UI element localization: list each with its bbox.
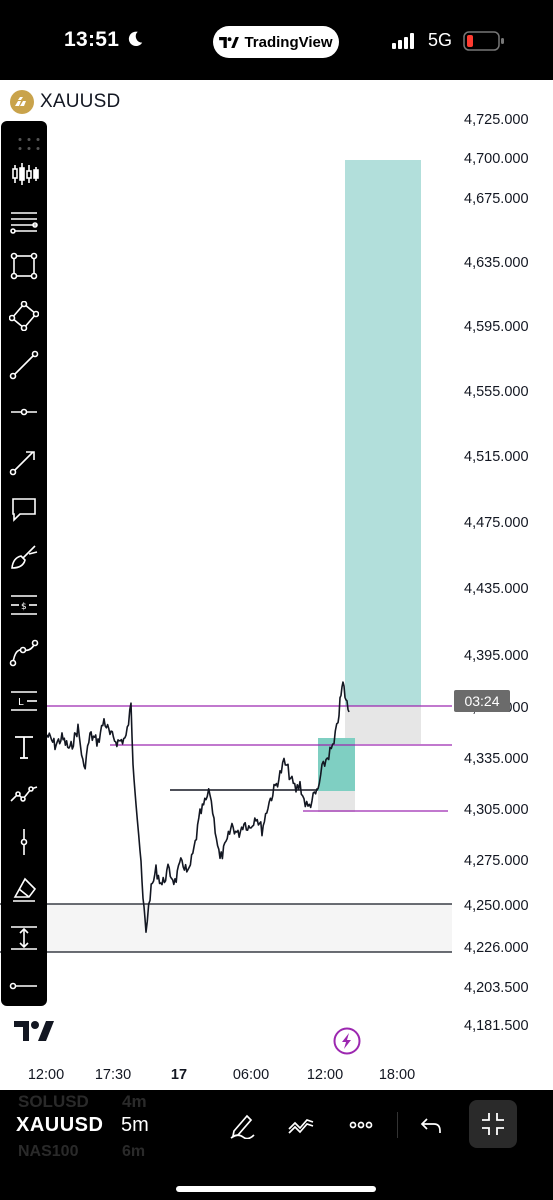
- more-button[interactable]: [341, 1110, 381, 1140]
- status-bar: 13:51 TradingView 5G: [0, 0, 553, 80]
- undo-button[interactable]: [412, 1110, 452, 1140]
- price-label: 4,305.000: [464, 802, 529, 818]
- clock: 13:51: [64, 28, 120, 51]
- line-icon[interactable]: [1, 342, 47, 388]
- symbol-header[interactable]: XAUUSD: [10, 90, 120, 114]
- network-type: 5G: [428, 30, 453, 50]
- countdown-tag: 03:24: [454, 690, 510, 712]
- svg-text:$: $: [21, 602, 27, 612]
- price-label: 4,435.000: [464, 581, 529, 597]
- target-zone-large[interactable]: [345, 160, 421, 706]
- next-symbol[interactable]: NAS100: [18, 1143, 78, 1161]
- toolbar-divider: [397, 1112, 398, 1138]
- price-label: 4,555.000: [464, 384, 529, 400]
- callout-icon[interactable]: [1, 486, 47, 532]
- stop-zone-large[interactable]: [345, 706, 421, 744]
- collapse-button[interactable]: [469, 1100, 517, 1148]
- price-label: 4,335.000: [464, 751, 529, 767]
- collapse-icon: [482, 1113, 504, 1135]
- price-label: 4,700.000: [464, 151, 529, 167]
- bottom-bar: SOLUSD 4m XAUUSD 5m NAS100 6m: [0, 1090, 553, 1200]
- next-interval[interactable]: 6m: [122, 1143, 145, 1161]
- pen-icon: [230, 1114, 255, 1139]
- tradingview-logo-icon: [219, 36, 240, 48]
- time-label: 17:30: [94, 1067, 132, 1083]
- time-label: 12:00: [306, 1067, 344, 1083]
- price-label: 4,250.000: [464, 898, 529, 914]
- indicators-button[interactable]: [281, 1110, 321, 1140]
- support-zone[interactable]: [0, 904, 452, 952]
- app-pill[interactable]: TradingView: [213, 26, 339, 58]
- stop-zone-small[interactable]: [318, 791, 355, 812]
- svg-text:L: L: [18, 697, 24, 708]
- candles-icon[interactable]: [1, 151, 47, 197]
- price-label: 4,675.000: [464, 191, 529, 207]
- pattern-icon[interactable]: [1, 771, 47, 817]
- eraser-icon[interactable]: [1, 867, 47, 913]
- arrow-icon[interactable]: [1, 438, 47, 484]
- app-name: TradingView: [244, 33, 333, 51]
- rotated-rect-icon[interactable]: [1, 293, 47, 339]
- moon-icon: [128, 31, 143, 47]
- battery-icon: [463, 31, 504, 51]
- draw-button[interactable]: [222, 1110, 262, 1140]
- lightning-icon[interactable]: [333, 1027, 361, 1055]
- price-label: 4,395.000: [464, 648, 529, 664]
- symbol-name: XAUUSD: [40, 91, 121, 112]
- fib-icon[interactable]: $: [1, 582, 47, 628]
- prev-interval[interactable]: 4m: [122, 1092, 147, 1112]
- horizontal-ray-icon[interactable]: [1, 389, 47, 435]
- time-label: 17: [170, 1067, 188, 1083]
- horizontal-line-icon[interactable]: [1, 963, 47, 1009]
- price-label: 4,275.000: [464, 853, 529, 869]
- text-icon[interactable]: [1, 724, 47, 770]
- measure-icon[interactable]: [1, 915, 47, 961]
- undo-icon: [420, 1118, 441, 1133]
- long-position-icon[interactable]: L: [1, 678, 47, 724]
- price-label: 4,181.500: [464, 1018, 529, 1034]
- price-label: 4,203.500: [464, 980, 529, 996]
- time-label: 18:00: [378, 1067, 416, 1083]
- price-label: 4,515.000: [464, 449, 529, 465]
- price-series: [46, 681, 350, 934]
- position-zones: [0, 160, 452, 952]
- price-label: 4,725.000: [464, 112, 529, 128]
- interval-selector[interactable]: 5m: [121, 1114, 149, 1137]
- path-icon[interactable]: [1, 630, 47, 676]
- vertical-line-icon[interactable]: [1, 819, 47, 865]
- tradingview-logo-icon: [14, 1021, 54, 1041]
- signal-icon: [392, 33, 414, 49]
- price-label: 4,635.000: [464, 255, 529, 271]
- rectangle-icon[interactable]: [1, 243, 47, 289]
- time-label: 06:00: [232, 1067, 270, 1083]
- gold-icon: [10, 90, 34, 114]
- time-label: 12:00: [27, 1067, 65, 1083]
- symbol-selector[interactable]: XAUUSD: [16, 1114, 103, 1137]
- drawing-toolbar: $ L: [1, 121, 47, 1006]
- trend-lines-icon[interactable]: [1, 197, 47, 243]
- indicators-icon: [288, 1119, 314, 1134]
- home-indicator: [176, 1186, 376, 1192]
- more-icon: [349, 1121, 373, 1129]
- price-label: 4,226.000: [464, 940, 529, 956]
- price-label: 4,475.000: [464, 515, 529, 531]
- brush-icon[interactable]: [1, 534, 47, 580]
- price-label: 4,595.000: [464, 319, 529, 335]
- prev-symbol[interactable]: SOLUSD: [18, 1092, 89, 1112]
